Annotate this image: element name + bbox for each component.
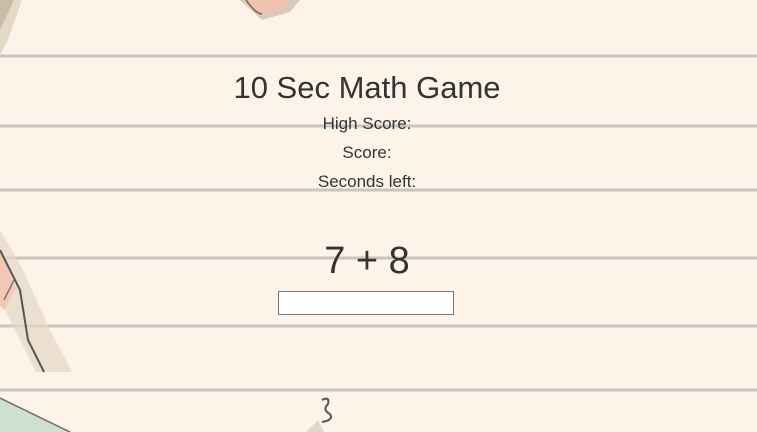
score-label: Score: (342, 143, 392, 162)
high-score-row: High Score: (0, 114, 734, 134)
seconds-left-label: Seconds left: (317, 172, 417, 191)
answer-input[interactable] (278, 291, 454, 315)
game-title: 10 Sec Math Game (233, 70, 501, 105)
math-problem: 7 + 8 (324, 240, 410, 282)
seconds-left-row: Seconds left: (0, 172, 734, 192)
score-row: Score: (0, 143, 734, 163)
game-container: 10 Sec Math Game High Score: Score: Seco… (0, 0, 734, 432)
high-score-label: High Score: (322, 114, 412, 133)
